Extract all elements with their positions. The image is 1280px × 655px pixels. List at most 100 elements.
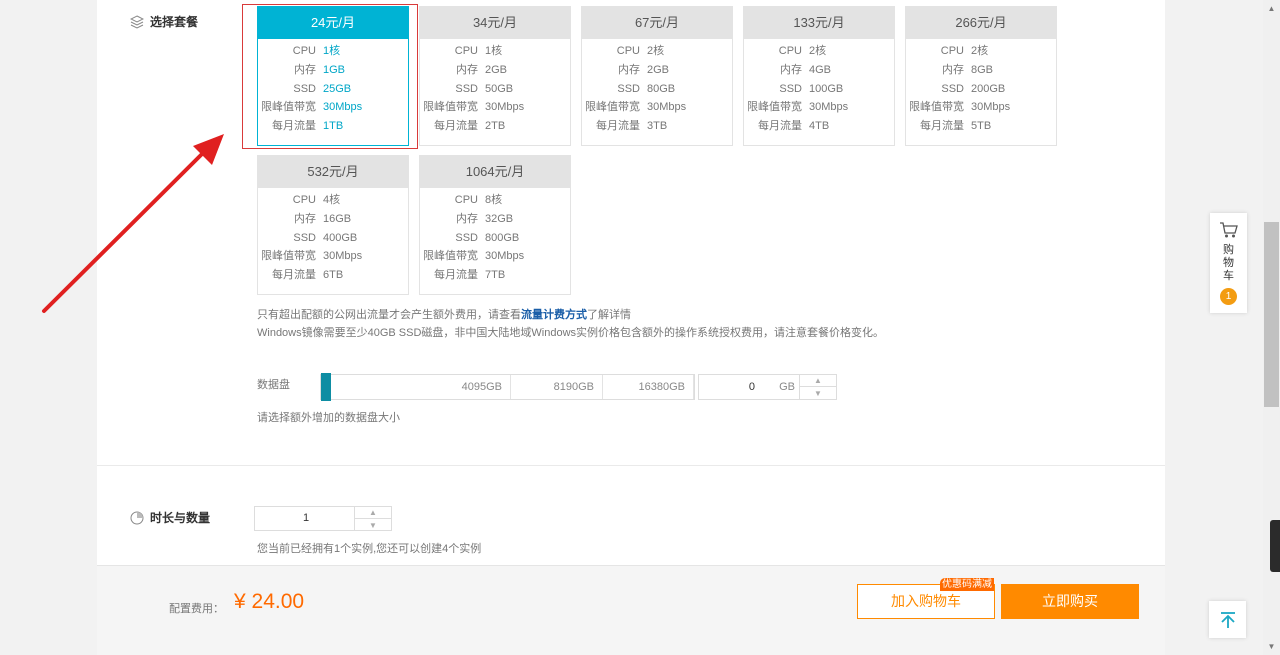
increment-button[interactable]: ▲: [800, 375, 836, 387]
spec-value: 2TB: [485, 120, 506, 133]
data-disk-input[interactable]: 0 GB ▲ ▼: [698, 374, 837, 400]
spec-row-mem: 内存 2GB: [582, 61, 732, 80]
fee-value: ¥ 24.00: [234, 590, 305, 613]
spec-key: CPU: [616, 45, 640, 57]
spec-value: 30Mbps: [971, 101, 1011, 114]
spec-value: 4核: [323, 194, 341, 206]
slider-mark-4095: 4095GB: [321, 375, 511, 399]
quantity-value[interactable]: 1: [255, 507, 357, 530]
spec-key: 每月流量: [920, 120, 964, 133]
spec-row-mem: 内存 32GB: [420, 210, 570, 229]
windows-note: Windows镜像需要至少40GB SSD磁盘，非中国大陆地域Windows实例…: [257, 327, 885, 339]
buy-now-button[interactable]: 立即购买: [1001, 584, 1139, 619]
spec-key: 每月流量: [434, 120, 478, 133]
spec-value: 100GB: [809, 82, 844, 95]
spec-row-mem: 内存 16GB: [258, 210, 408, 229]
spec-key: 限峰值带宽: [747, 101, 802, 114]
spec-value: 2核: [647, 45, 665, 57]
spec-key: 每月流量: [434, 269, 478, 282]
spec-value: 7TB: [485, 269, 506, 282]
spec-key: SSD: [779, 82, 802, 95]
spec-value: 30Mbps: [485, 101, 525, 114]
data-disk-label: 数据盘: [257, 379, 290, 391]
fee-label: 配置费用：: [169, 603, 224, 615]
triangle-down-icon: ▼: [814, 388, 822, 398]
spec-row-bw: 限峰值带宽 30Mbps: [420, 98, 570, 117]
spec-row-bw: 限峰值带宽 30Mbps: [744, 98, 894, 117]
spec-value: 2核: [971, 45, 989, 57]
spec-value: 6TB: [323, 269, 344, 282]
quantity-stepper[interactable]: 1 ▲ ▼: [254, 506, 392, 531]
spec-key: 内存: [942, 63, 964, 76]
scroll-up-arrow[interactable]: ▲: [1263, 0, 1280, 17]
plan-card[interactable]: 133元/月 CPU 2核 内存 4GB SSD 100GB 限峰值带宽 30Mbps 每月流量 4…: [743, 6, 895, 146]
traffic-note-prefix: 只有超出配额的公网出流量才会产生额外费用，请查看: [257, 309, 521, 321]
spec-row-mem: 内存 4GB: [744, 61, 894, 80]
spec-row-mem: 内存 8GB: [906, 61, 1056, 80]
spec-key: 内存: [294, 212, 316, 225]
spec-value: 2GB: [647, 63, 670, 76]
spec-key: CPU: [454, 194, 478, 206]
cart-count-badge: 1: [1220, 288, 1237, 305]
spec-row-cpu: CPU 8核: [420, 191, 570, 210]
slider-mark-16380: 16380GB: [603, 375, 694, 399]
spec-row-traffic: 每月流量 6TB: [258, 266, 408, 285]
data-disk-hint: 请选择额外增加的数据盘大小: [257, 412, 400, 424]
spec-value: 80GB: [647, 82, 676, 95]
triangle-down-icon: ▼: [1267, 642, 1276, 651]
spec-key: CPU: [292, 194, 316, 206]
spec-row-bw: 限峰值带宽 30Mbps: [582, 98, 732, 117]
spec-value: 2GB: [485, 63, 508, 76]
spec-value: 3TB: [647, 120, 668, 133]
spec-row-cpu: CPU 1核: [420, 42, 570, 61]
quantity-increment-button[interactable]: ▲: [355, 507, 391, 519]
data-disk-slider[interactable]: 4095GB 8190GB 16380GB: [320, 373, 695, 401]
data-disk-stepper[interactable]: ▲ ▼: [799, 375, 836, 399]
coupon-badge: 优惠码满减: [940, 578, 994, 591]
traffic-note: 只有超出配额的公网出流量才会产生额外费用，请查看流量计费方式了解详情: [257, 306, 631, 322]
cart-widget[interactable]: 购物车 1: [1210, 213, 1247, 313]
plan-card[interactable]: 266元/月 CPU 2核 内存 8GB SSD 200GB 限峰值带宽 30Mbps 每月流量 5…: [905, 6, 1057, 146]
spec-value: 200GB: [971, 82, 1006, 95]
spec-key: SSD: [455, 231, 478, 244]
spec-row-traffic: 每月流量 3TB: [582, 117, 732, 136]
plan-price: 1064元/月: [420, 156, 570, 188]
plan-card[interactable]: 34元/月 CPU 1核 内存 2GB SSD 50GB 限峰值带宽 30Mbps 每月流量 2TB: [419, 6, 571, 146]
spec-key: CPU: [454, 45, 478, 57]
plan-card[interactable]: 532元/月 CPU 4核 内存 16GB SSD 400GB 限峰值带宽 30Mbps 每月流量…: [257, 155, 409, 295]
back-to-top-button[interactable]: [1209, 601, 1246, 638]
traffic-billing-link[interactable]: 流量计费方式: [521, 309, 587, 321]
side-drawer-handle[interactable]: [1270, 520, 1280, 572]
spec-value: 30Mbps: [323, 250, 363, 263]
spec-row-mem: 内存 2GB: [420, 61, 570, 80]
spec-value: 2核: [809, 45, 827, 57]
quantity-decrement-button[interactable]: ▼: [355, 519, 391, 531]
spec-row-cpu: CPU 4核: [258, 191, 408, 210]
data-disk-value[interactable]: 0: [699, 381, 755, 393]
plan-specs: CPU 2核内存 2GB SSD 80GB 限峰值带宽 30Mbps 每月流量 3TB: [582, 39, 732, 136]
plan-price: 67元/月: [582, 7, 732, 39]
decrement-button[interactable]: ▼: [800, 387, 836, 399]
slider-handle[interactable]: [321, 373, 331, 401]
spec-key: 每月流量: [272, 269, 316, 282]
spec-row-ssd: SSD 400GB: [258, 229, 408, 248]
scrollbar-thumb[interactable]: [1264, 222, 1279, 407]
instance-quota-hint: 您当前已经拥有1个实例,您还可以创建4个实例: [257, 543, 482, 555]
plan-price: 532元/月: [258, 156, 408, 188]
plan-specs: CPU 2核 内存 4GB SSD 100GB 限峰值带宽 30Mbps 每月流量 4TB: [744, 39, 894, 136]
spec-key: SSD: [617, 82, 640, 95]
plan-card[interactable]: 1064元/月 CPU 8核 内存 32GB SSD 800GB 限峰值带宽 30Mbps 每月流…: [419, 155, 571, 295]
triangle-up-icon: ▲: [814, 376, 822, 385]
scroll-down-arrow[interactable]: ▼: [1263, 638, 1280, 655]
spec-value: 4TB: [809, 120, 830, 133]
spec-key: 限峰值带宽: [423, 250, 478, 263]
spec-row-bw: 限峰值带宽 30Mbps: [420, 247, 570, 266]
spec-row-traffic: 每月流量 4TB: [744, 117, 894, 136]
plan-specs: CPU 2核 内存 8GB SSD 200GB 限峰值带宽 30Mbps 每月流量 5TB: [906, 39, 1056, 136]
cart-icon: [1219, 222, 1238, 238]
quantity-stepper-buttons[interactable]: ▲ ▼: [354, 507, 391, 530]
spec-key: 每月流量: [758, 120, 802, 133]
spec-value: 30Mbps: [485, 250, 525, 263]
plan-card[interactable]: 67元/月 CPU 2核内存 2GB SSD 80GB 限峰值带宽 30Mbps 每月流量 3TB: [581, 6, 733, 146]
clock-icon: [130, 511, 144, 524]
